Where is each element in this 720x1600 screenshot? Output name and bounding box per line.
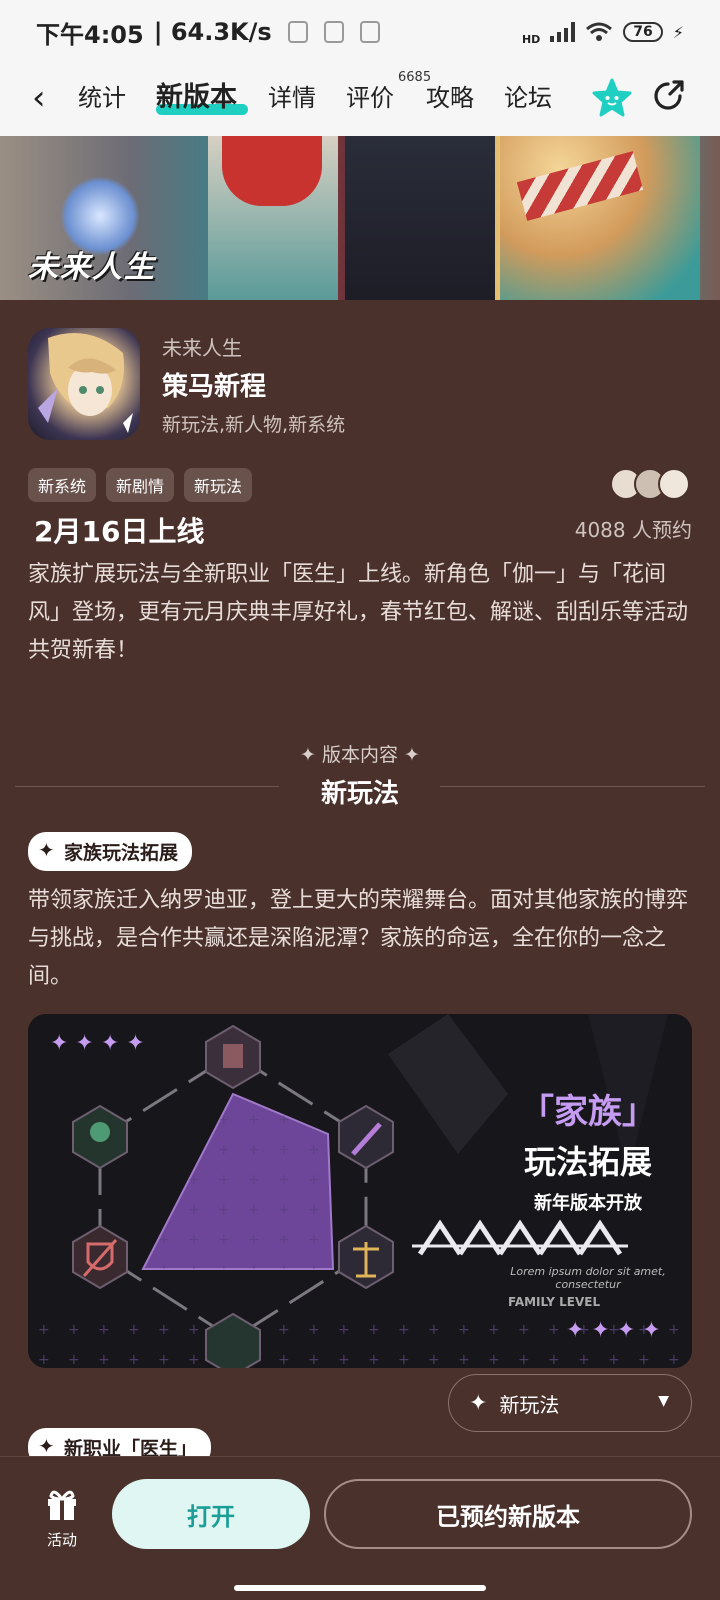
app-icon-art (38, 333, 133, 433)
sparkle-icon: ✦ (469, 1390, 488, 1416)
section-select-value: 新玩法 (499, 1392, 560, 1417)
app-icon (28, 328, 140, 440)
tab-details[interactable]: 详情 (268, 78, 316, 118)
home-indicator[interactable] (234, 1585, 486, 1591)
status-time: 下午4:05 (36, 20, 144, 49)
signal-icon (550, 22, 576, 42)
notification-icon (323, 21, 344, 43)
activity-button[interactable]: 活动 (42, 1487, 82, 1551)
feature-image-title-b: 玩法拓展 (523, 1143, 652, 1181)
top-nav: ‹ 统计 新版本 详情 评价 6685 攻略 论坛 (0, 64, 720, 136)
section-header: ✦ 版本内容 ✦ 新玩法 (0, 740, 720, 810)
tab-new-version[interactable]: 新版本 (156, 78, 237, 118)
tab-forum[interactable]: 论坛 (504, 78, 552, 118)
launch-date: 2月16日上线 (34, 515, 205, 548)
avatar-stack (610, 468, 692, 500)
chevron-left-icon[interactable]: ‹ (32, 78, 46, 118)
feature-pill: ✦ 家族玩法拓展 (28, 832, 193, 871)
svg-text:✦ ✦ ✦ ✦: ✦ ✦ ✦ ✦ (566, 1318, 661, 1343)
network-label: HD (521, 32, 541, 46)
reserved-button[interactable]: 已预约新版本 (324, 1479, 692, 1549)
feature-pill-label: 家族玩法拓展 (64, 842, 179, 864)
tab-guides[interactable]: 攻略 (426, 78, 474, 118)
tag[interactable]: 新剧情 (106, 468, 175, 502)
activity-label: 活动 (46, 1531, 77, 1549)
feature-image-subtitle: 新年版本开放 (534, 1193, 642, 1214)
battery-icon: 76 (623, 22, 663, 42)
version-title: 策马新程 (162, 372, 267, 402)
app-name: 未来人生 (162, 336, 242, 360)
hero-banner: 未来人生 (0, 136, 720, 300)
section-title: 新玩法 (320, 779, 399, 809)
tag[interactable]: 新系统 (28, 468, 97, 502)
bottom-action-bar: 活动 打开 已预约新版本 (0, 1456, 720, 1600)
reservation-count: 4088 人预约 (574, 518, 692, 542)
share-icon[interactable] (650, 78, 686, 114)
notification-icon (359, 21, 380, 43)
svg-text:✦ ✦ ✦ ✦: ✦ ✦ ✦ ✦ (50, 1031, 145, 1056)
sparkle-icon: ✦ (38, 838, 55, 862)
feature-image[interactable]: + ✦ ✦ ✦ ✦ ✦ ✦ ✦ ✦ 「家族」 玩法拓展 新年版本开放 Lorem… (28, 1014, 692, 1368)
banner-logo: 未来人生 (28, 250, 156, 285)
caret-down-icon: ▼ (658, 1393, 669, 1409)
tab-label: 新版本 (156, 82, 237, 113)
wifi-icon (586, 22, 613, 41)
tag[interactable]: 新玩法 (184, 468, 253, 502)
battery-level: 76 (633, 24, 653, 40)
section-select[interactable]: ✦ 新玩法 ▼ (448, 1374, 692, 1432)
charging-icon: ⚡ (672, 22, 684, 42)
open-button[interactable]: 打开 (112, 1479, 310, 1549)
favorite-star-icon[interactable] (592, 78, 632, 118)
feature-image-caption: FAMILY LEVEL (508, 1295, 601, 1309)
banner-figure (345, 136, 495, 300)
banner-scarf (222, 136, 322, 206)
feature-description: 带领家族迁入纳罗迪亚，登上更大的荣耀舞台。面对其他家族的博弈与挑战，是合作共赢还… (28, 888, 689, 989)
avatar (658, 468, 690, 500)
notification-icon (287, 21, 308, 43)
version-intro: 家族扩展玩法与全新职业「医生」上线。新角色「伽一」与「花间风」登场，更有元月庆典… (28, 562, 689, 663)
tab-stats[interactable]: 统计 (78, 78, 126, 118)
sparkle-icon: ✦ (38, 1434, 55, 1458)
tab-reviews[interactable]: 评价 (346, 78, 394, 118)
section-small-title: ✦ 版本内容 ✦ (300, 744, 420, 766)
status-speed: | 64.3K/s (153, 18, 272, 46)
tag-list: 新系统 新剧情 新玩法 (28, 468, 253, 502)
gift-icon (48, 1490, 76, 1520)
feature-image-text: 「家族」 玩法拓展 新年版本开放 Lorem ipsum dolor sit a… (488, 1084, 688, 1309)
version-features: 新玩法,新人物,新系统 (162, 414, 346, 436)
feature-image-title-a: 「家族」 (520, 1092, 656, 1132)
status-bar: 下午4:05 | 64.3K/s HD 76 ⚡ (0, 0, 720, 64)
feature-image-lorem: Lorem ipsum dolor sit amet, consectetur (510, 1265, 666, 1291)
